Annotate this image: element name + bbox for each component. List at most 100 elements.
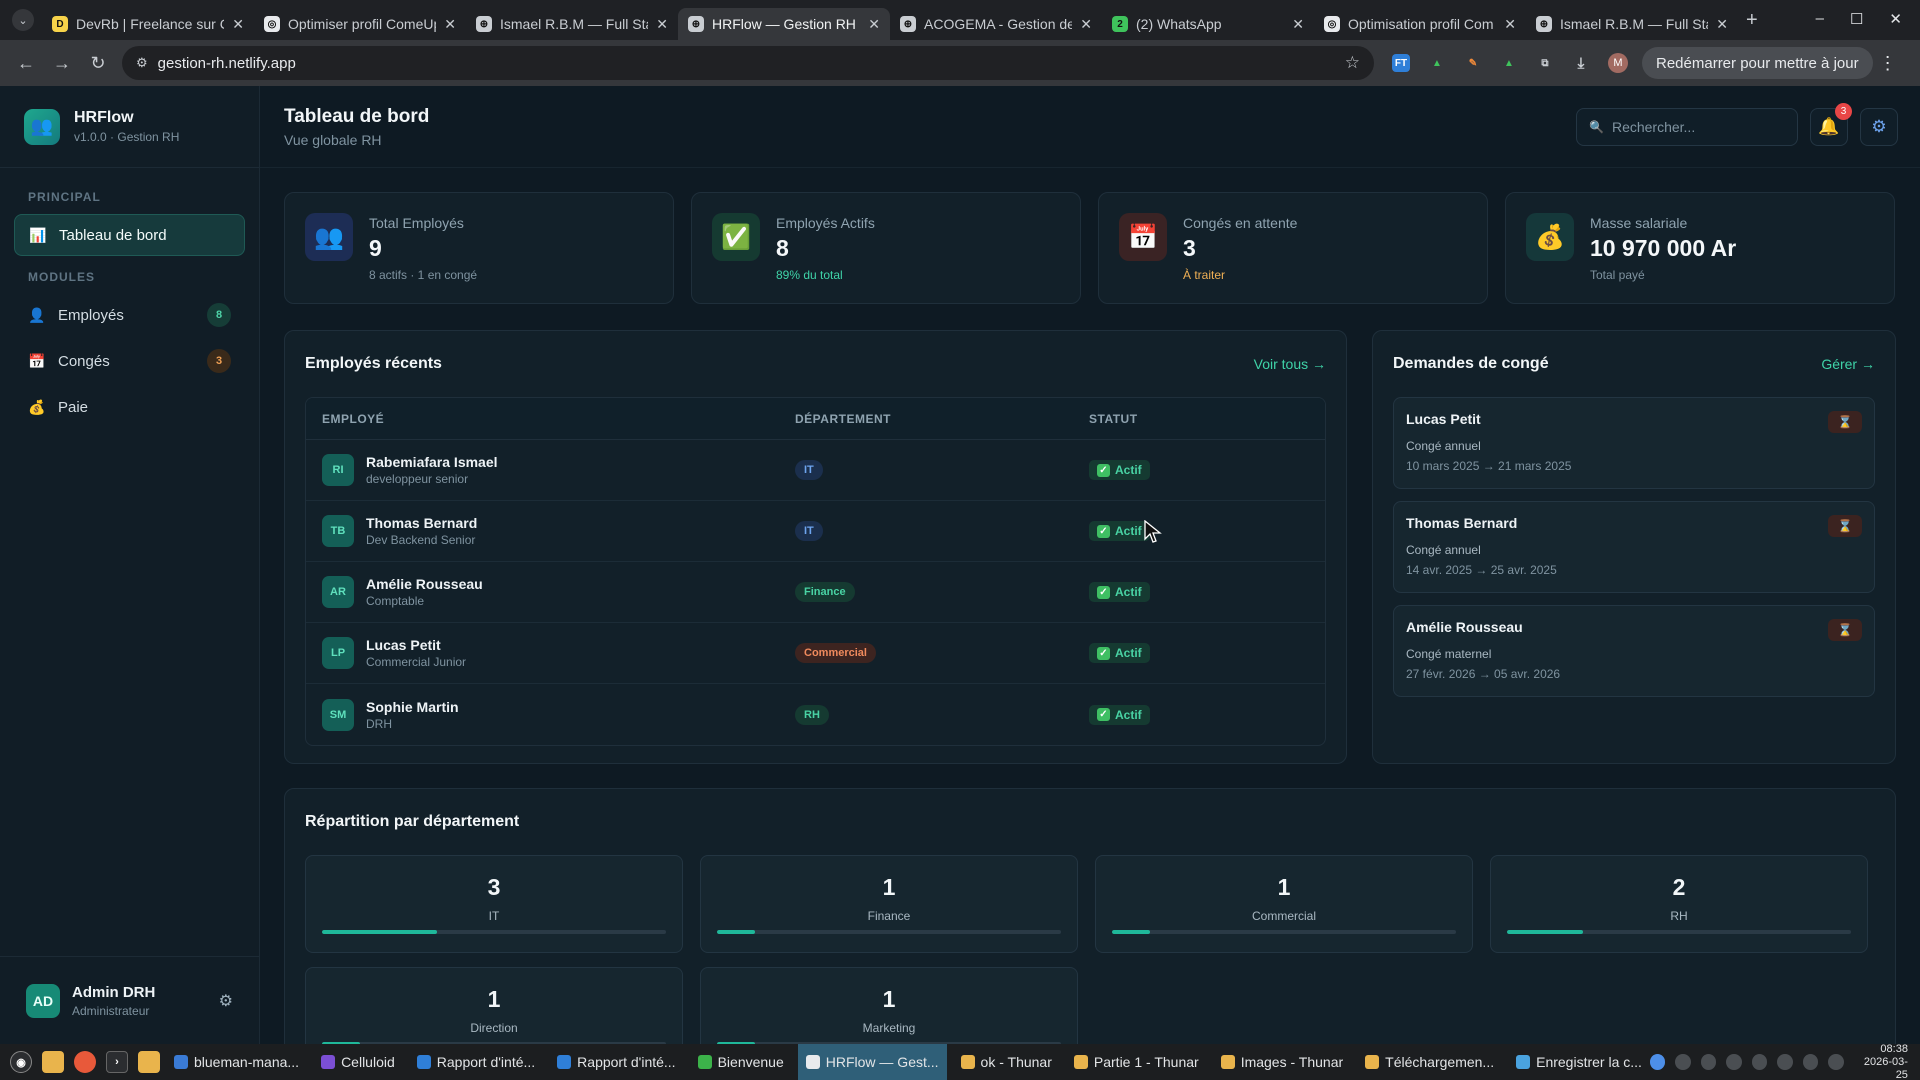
browser-tab[interactable]: ⊕ Ismael R.B.M — Full Stac ✕ [1526, 8, 1738, 40]
browser-tab[interactable]: ⊕ Ismael R.B.M — Full Stac ✕ [466, 8, 678, 40]
volume-icon[interactable] [1828, 1054, 1844, 1070]
restart-to-update-button[interactable]: Redémarrer pour mettre à jour [1642, 47, 1873, 79]
tab-close-icon[interactable]: ✕ [1716, 16, 1728, 33]
browser-tab[interactable]: 2 (2) WhatsApp ✕ [1102, 8, 1314, 40]
taskbar-window-label: Celluloid [341, 1054, 395, 1070]
new-tab-button[interactable]: + [1746, 9, 1758, 32]
sidebar-item-1[interactable]: 📅 Congés 3 [14, 340, 245, 382]
leave-request-card[interactable]: Thomas Bernard Congé annuel 14 avr. 2025 →… [1393, 501, 1875, 593]
employee-name: Rabemiafara Ismael [366, 454, 498, 470]
folder-icon[interactable] [138, 1051, 160, 1073]
reload-icon[interactable]: ↻ [80, 53, 116, 74]
taskbar-window-label: Partie 1 - Thunar [1093, 1054, 1199, 1070]
tab-close-icon[interactable]: ✕ [1080, 16, 1092, 33]
browser-tab[interactable]: ◎ Optimisation profil Com ✕ [1314, 8, 1526, 40]
close-window-icon[interactable]: ✕ [1889, 10, 1902, 28]
browser-menu-icon[interactable]: ⋮ [1879, 53, 1897, 74]
taskbar-window-button[interactable]: Partie 1 - Thunar [1066, 1044, 1207, 1080]
leave-employee-name: Amélie Rousseau [1406, 619, 1523, 635]
table-row[interactable]: RI Rabemiafara Ismael developpeur senior IT… [306, 440, 1325, 501]
avatar[interactable]: AD [26, 983, 60, 1018]
browser-tab[interactable]: ◎ Optimiser profil ComeUp ✕ [254, 8, 466, 40]
tab-close-icon[interactable]: ✕ [232, 16, 244, 33]
user-settings-gear-icon[interactable]: ⚙ [219, 991, 233, 1011]
stat-icon: 📅 [1119, 213, 1167, 261]
leave-request-card[interactable]: Lucas Petit Congé annuel 10 mars 2025 → 21… [1393, 397, 1875, 489]
start-menu-icon[interactable]: ◉ [10, 1051, 32, 1073]
firefox-icon[interactable] [74, 1051, 96, 1073]
browser-tabs: D DevRb | Freelance sur Co ✕ ◎ Optimiser pro… [42, 0, 1738, 40]
tab-close-icon[interactable]: ✕ [1292, 16, 1304, 33]
tab-close-icon[interactable]: ✕ [1504, 16, 1516, 33]
table-row[interactable]: SM Sophie Martin DRH RH ✓ Actif [306, 684, 1325, 745]
leave-request-card[interactable]: Amélie Rousseau Congé maternel 27 févr. 20… [1393, 605, 1875, 697]
bluetooth-icon[interactable] [1675, 1054, 1691, 1070]
leave-dates: 14 avr. 2025 → 25 avr. 2025 [1406, 563, 1557, 577]
minimize-icon[interactable]: – [1816, 10, 1824, 28]
forward-arrow-icon[interactable]: → [44, 53, 80, 74]
clock-time: 08:38 [1880, 1042, 1908, 1055]
taskbar-window-button[interactable]: HRFlow — Gest... [797, 1044, 947, 1080]
taskbar-window-button[interactable]: Rapport d'inté... [549, 1044, 683, 1080]
extensions-puzzle-icon[interactable]: ⧉ [1536, 54, 1554, 72]
terminal-icon[interactable]: › [106, 1051, 128, 1073]
manage-leaves-link[interactable]: Gérer → [1821, 356, 1875, 372]
taskbar-window-button[interactable]: blueman-mana... [166, 1044, 307, 1080]
shield-icon[interactable] [1751, 1054, 1768, 1070]
taskbar-window-button[interactable]: Rapport d'inté... [409, 1044, 543, 1080]
leave-employee-name: Thomas Bernard [1406, 515, 1518, 531]
clock[interactable]: 08:38 2026-03-25 [1854, 1043, 1908, 1080]
extension-mountain-icon[interactable]: ▲ [1428, 54, 1446, 72]
extension-pen-icon[interactable]: ✎ [1464, 54, 1482, 72]
notifications-button[interactable]: 🔔 3 [1810, 102, 1852, 146]
chrome-tray-icon[interactable] [1649, 1054, 1666, 1070]
taskbar-window-button[interactable]: ok - Thunar [953, 1044, 1060, 1080]
tab-close-icon[interactable]: ✕ [868, 16, 880, 33]
status-badge: ✓ Actif [1089, 643, 1150, 664]
clipboard-icon[interactable] [1726, 1054, 1742, 1070]
taskbar-window-button[interactable]: Téléchargemen... [1357, 1044, 1502, 1080]
department-count: 1 [487, 986, 501, 1012]
back-arrow-icon[interactable]: ← [8, 53, 44, 74]
browser-tab[interactable]: ⊕ HRFlow — Gestion RH ✕ [678, 8, 890, 40]
battery-icon[interactable] [1802, 1054, 1819, 1070]
file-manager-icon[interactable] [42, 1051, 64, 1073]
sidebar-item-0[interactable]: 👤 Employés 8 [14, 294, 245, 336]
browser-tab[interactable]: D DevRb | Freelance sur Co ✕ [42, 8, 254, 40]
taskbar-window-button[interactable]: Bienvenue [690, 1044, 792, 1080]
tab-close-icon[interactable]: ✕ [656, 16, 668, 33]
department-name: RH [1670, 909, 1688, 923]
profile-avatar[interactable]: M [1608, 53, 1628, 73]
sidebar-item-2[interactable]: 💰 Paie [14, 386, 245, 428]
browser-tab[interactable]: ⊕ ACOGEMA - Gestion de l ✕ [890, 8, 1102, 40]
taskbar-window-button[interactable]: Images - Thunar [1213, 1044, 1351, 1080]
table-row[interactable]: LP Lucas Petit Commercial Junior Commercial… [306, 623, 1325, 684]
hourglass-icon: ⌛ [1828, 515, 1862, 537]
view-all-link[interactable]: Voir tous → [1254, 356, 1326, 372]
leave-type: Congé annuel [1406, 543, 1481, 557]
address-bar[interactable]: ⚙ gestion-rh.netlify.app ☆ [122, 46, 1374, 80]
downloads-icon[interactable]: ⤓ [1572, 54, 1590, 72]
maximize-icon[interactable]: ☐ [1850, 10, 1863, 28]
department-share-fill [1112, 930, 1151, 934]
extension-mountain-2-icon[interactable]: ▲ [1500, 54, 1518, 72]
notifications-muted-icon[interactable] [1700, 1054, 1717, 1070]
tab-search-button[interactable]: ⌄ [12, 9, 34, 31]
notification-count-badge: 3 [1835, 102, 1852, 120]
search-input[interactable]: 🔍 Rechercher... [1576, 107, 1798, 146]
taskbar-window-button[interactable]: Enregistrer la c... [1508, 1044, 1650, 1080]
settings-button[interactable]: ⚙ [1860, 107, 1898, 146]
employee-name: Amélie Rousseau [366, 576, 483, 592]
tab-close-icon[interactable]: ✕ [444, 16, 456, 33]
taskbar-window-button[interactable]: Celluloid [313, 1044, 403, 1080]
bookmark-star-icon[interactable]: ☆ [1345, 53, 1360, 73]
table-row[interactable]: AR Amélie Rousseau Comptable Finance ✓ Actif [306, 562, 1325, 623]
wifi-icon[interactable] [1777, 1054, 1793, 1070]
sidebar-item-dashboard[interactable]: 📊 Tableau de bord [14, 214, 245, 256]
url-text: gestion-rh.netlify.app [157, 54, 296, 72]
table-row[interactable]: TB Thomas Bernard Dev Backend Senior IT ✓ Act… [306, 501, 1325, 562]
extension-ft-icon[interactable]: FT [1392, 54, 1410, 72]
tab-favicon-icon: 2 [1112, 16, 1128, 32]
site-info-icon[interactable]: ⚙ [136, 55, 148, 71]
department-card: 1 Direction [305, 967, 683, 1044]
